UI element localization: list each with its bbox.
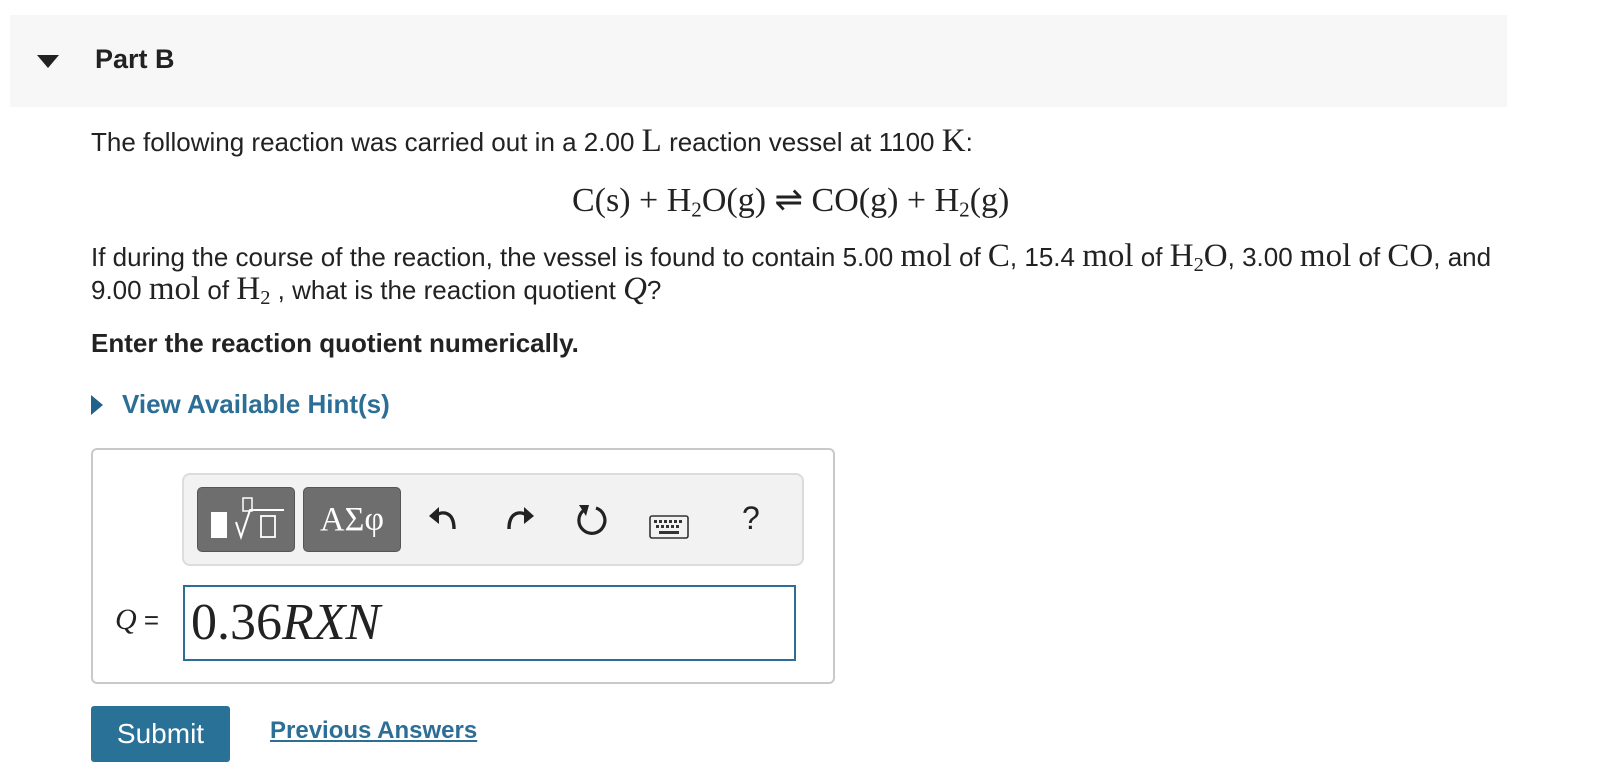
- instruction-text: Enter the reaction quotient numerically.: [91, 328, 579, 358]
- answer-label: Q =: [115, 603, 160, 636]
- part-header[interactable]: Part B: [10, 15, 1507, 107]
- reaction-equation: C(s) + H2O(g) ⇌ CO(g) + H2(g): [572, 182, 1010, 222]
- view-hints-link[interactable]: View Available Hint(s): [122, 389, 390, 420]
- submit-button[interactable]: Submit: [91, 706, 230, 762]
- problem-question: If during the course of the reaction, th…: [91, 238, 1492, 310]
- collapse-caret-icon[interactable]: [37, 55, 59, 68]
- templates-button[interactable]: [197, 487, 295, 552]
- reset-icon[interactable]: [574, 502, 610, 544]
- problem-intro: The following reaction was carried out i…: [91, 123, 973, 159]
- temperature-unit: K: [941, 123, 966, 159]
- expand-caret-icon: [91, 394, 103, 415]
- templates-icon: [211, 497, 284, 541]
- view-hints-toggle[interactable]: View Available Hint(s): [91, 389, 390, 420]
- undo-icon[interactable]: [427, 502, 461, 542]
- help-icon[interactable]: ?: [742, 501, 760, 535]
- volume-unit: L: [641, 123, 662, 159]
- math-toolbar: ΑΣφ ?: [182, 473, 804, 566]
- keyboard-icon[interactable]: [649, 511, 689, 545]
- previous-answers-link[interactable]: Previous Answers: [270, 717, 477, 745]
- greek-letters-button[interactable]: ΑΣφ: [303, 487, 401, 552]
- part-title: Part B: [95, 44, 175, 74]
- answer-input[interactable]: 0.36RXN: [183, 585, 796, 661]
- redo-icon[interactable]: [502, 502, 536, 542]
- equilibrium-arrow-icon: ⇌: [774, 182, 804, 219]
- answer-container: ΑΣφ ? Q = 0.36RXN: [91, 448, 835, 684]
